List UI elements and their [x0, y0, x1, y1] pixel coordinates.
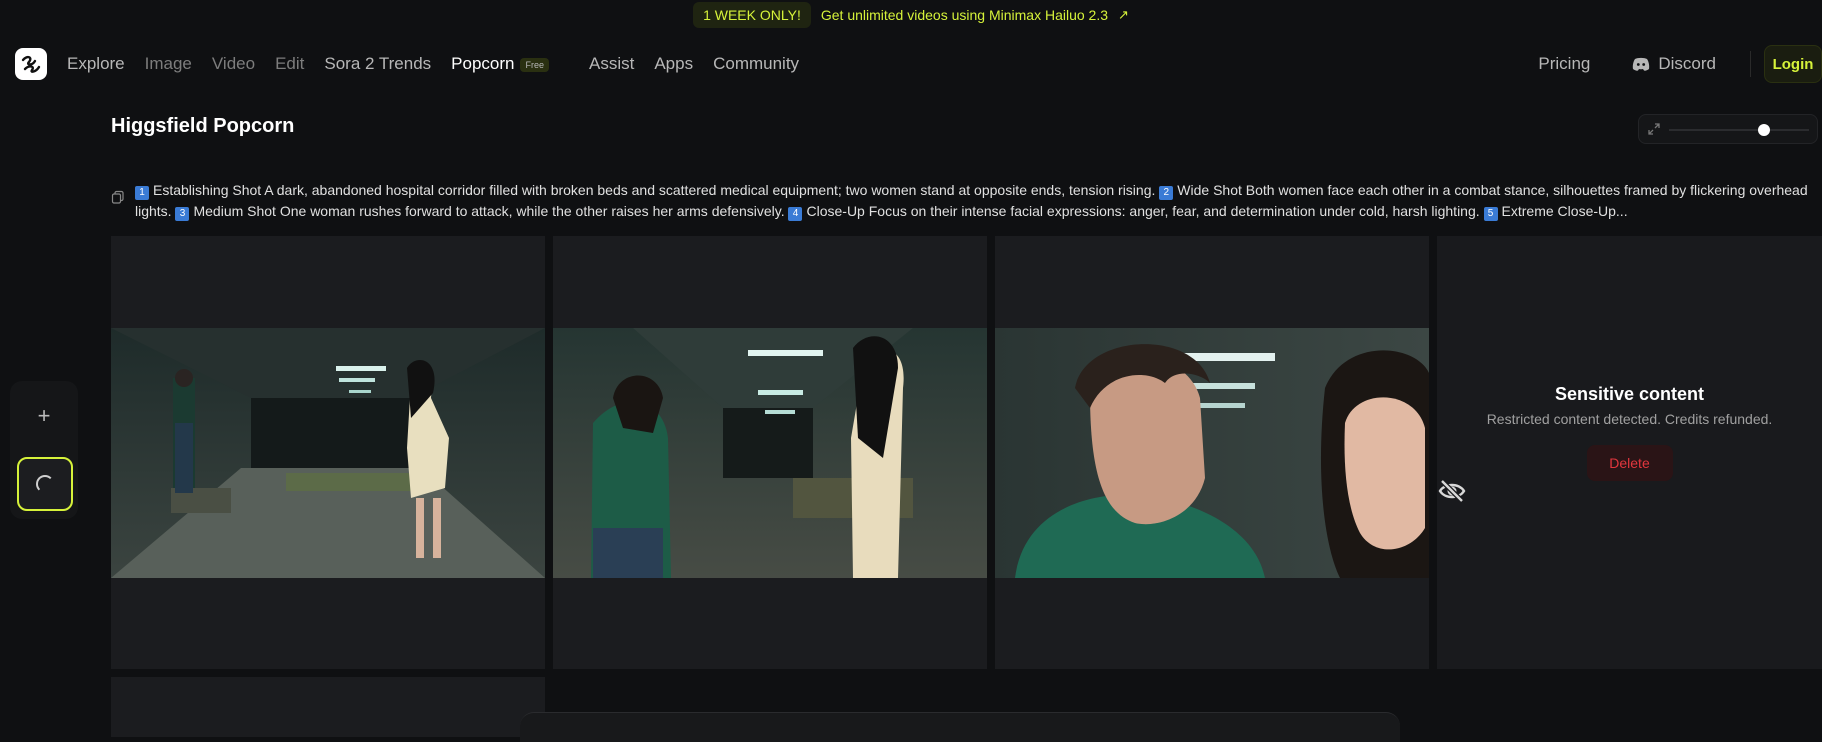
promo-text[interactable]: Get unlimited videos using Minimax Hailu… [821, 7, 1108, 23]
eye-off-icon [1438, 479, 1466, 503]
generation-thumbnail[interactable] [17, 457, 73, 511]
image-card-pending[interactable] [111, 677, 545, 737]
nav-right: Pricing Discord Login [1538, 40, 1822, 88]
top-nav: Explore Image Video Edit Sora 2 Trends P… [0, 40, 1822, 88]
promo-banner[interactable]: 1 WEEK ONLY! Get unlimited videos using … [0, 0, 1822, 30]
zoom-knob[interactable] [1758, 124, 1770, 136]
generated-image [553, 328, 987, 578]
image-card-close-up[interactable] [995, 236, 1429, 669]
nav-community[interactable]: Community [713, 54, 799, 74]
page-title: Higgsfield Popcorn [111, 115, 295, 137]
bottom-input-bar[interactable] [520, 712, 1400, 742]
external-arrow-icon: ↗ [1118, 7, 1129, 22]
nav-sora-2-trends[interactable]: Sora 2 Trends [324, 54, 431, 74]
nav-edit[interactable]: Edit [275, 54, 304, 74]
promo-pill: 1 WEEK ONLY! [693, 2, 811, 28]
shot-number-badge: 3 [175, 207, 190, 221]
sensitive-content: Sensitive content Restricted content det… [1437, 384, 1822, 503]
sensitive-title: Sensitive content [1554, 384, 1705, 404]
zoom-slider[interactable] [1638, 114, 1818, 144]
nav-discord[interactable]: Discord [1632, 54, 1716, 74]
sensitive-content-card: Sensitive content Restricted content det… [1437, 236, 1822, 669]
zoom-track[interactable] [1669, 129, 1809, 131]
prompt-part: Extreme Close-Up... [1501, 203, 1628, 219]
nav-apps[interactable]: Apps [654, 54, 693, 74]
generated-image [995, 328, 1429, 578]
free-badge: Free [520, 57, 549, 72]
nav-links: Explore Image Video Edit Sora 2 Trends P… [67, 40, 819, 88]
nav-popcorn[interactable]: Popcorn Free [451, 54, 569, 74]
discord-icon [1633, 57, 1650, 71]
prompt-part: Medium Shot One woman rushes forward to … [193, 203, 785, 219]
nav-image[interactable]: Image [145, 54, 192, 74]
left-toolbar: + [10, 381, 78, 519]
shot-number-badge: 1 [135, 186, 149, 200]
nav-assist[interactable]: Assist [589, 54, 634, 74]
sensitive-message: Restricted content detected. Credits ref… [1486, 411, 1773, 427]
nav-popcorn-label: Popcorn [451, 54, 515, 73]
image-card-corridor-wide[interactable] [111, 236, 545, 669]
plus-icon[interactable]: + [19, 391, 69, 441]
shot-number-badge: 5 [1483, 207, 1498, 221]
delete-button[interactable]: Delete [1586, 445, 1673, 481]
expand-icon[interactable] [1647, 122, 1661, 136]
shot-number-badge: 4 [788, 207, 803, 221]
nav-pricing[interactable]: Pricing [1538, 54, 1590, 74]
nav-divider [1750, 51, 1751, 77]
login-button[interactable]: Login [1764, 45, 1822, 83]
nav-explore[interactable]: Explore [67, 54, 125, 74]
generated-image [111, 328, 545, 578]
prompt-part: Establishing Shot A dark, abandoned hosp… [153, 182, 1156, 198]
spinner-icon [36, 475, 54, 493]
shot-number-badge: 2 [1159, 186, 1174, 200]
discord-label: Discord [1658, 54, 1716, 73]
prompt-text-block: 1 Establishing Shot A dark, abandoned hos… [111, 180, 1817, 222]
prompt-part: Close-Up Focus on their intense facial e… [806, 203, 1480, 219]
prompt-text: 1 Establishing Shot A dark, abandoned hos… [135, 180, 1817, 222]
image-card-face-off[interactable] [553, 236, 987, 669]
copy-icon[interactable] [111, 190, 125, 204]
logo-icon[interactable] [15, 48, 47, 80]
nav-video[interactable]: Video [212, 54, 255, 74]
